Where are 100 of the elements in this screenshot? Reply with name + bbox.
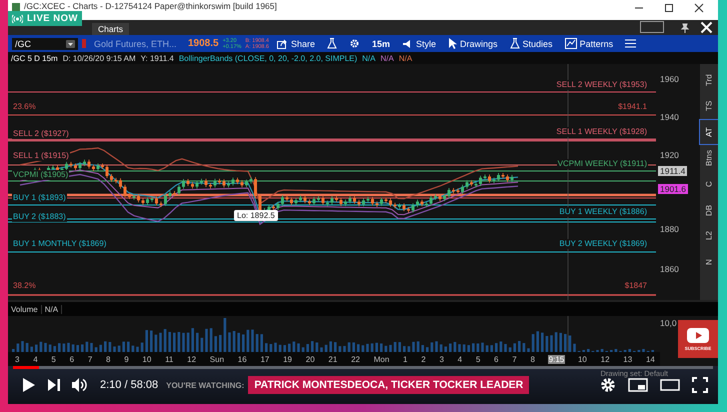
candle [236, 177, 239, 185]
candle [456, 188, 460, 194]
candle [335, 196, 338, 202]
side-tab[interactable]: DB [700, 198, 718, 222]
candle [488, 174, 491, 184]
next-icon [48, 379, 60, 391]
time-axis-label: 17 [259, 354, 270, 364]
close-icon[interactable] [700, 21, 713, 34]
candle [497, 172, 500, 182]
candle [222, 178, 226, 188]
settings-icon [600, 377, 616, 393]
candle [92, 164, 95, 172]
price-tick-label: 1920 [660, 150, 679, 160]
side-tab[interactable]: Trd [700, 68, 718, 92]
candle [461, 184, 464, 194]
candle [254, 176, 257, 198]
candle [70, 161, 72, 168]
candle [227, 181, 230, 188]
studies-button[interactable]: Studies [506, 36, 557, 51]
time-axis-label: 5 [50, 354, 57, 364]
time-axis-label: Sun [208, 354, 226, 364]
price-level-label: BUY 2 ($1883) [12, 212, 67, 222]
play-icon [22, 377, 36, 393]
pin-icon[interactable] [680, 23, 690, 33]
candle [119, 178, 122, 190]
candle [88, 159, 90, 169]
candle [398, 203, 401, 210]
side-tab[interactable]: AT [700, 120, 718, 144]
side-tab[interactable]: TS [700, 94, 718, 118]
low-price-label: Lo: 1892.5 [234, 210, 278, 221]
candle [353, 196, 356, 204]
candle [137, 194, 140, 203]
time-axis-label: 3 [438, 354, 445, 364]
candle [164, 193, 167, 206]
candle [389, 198, 392, 208]
volume-value: N/A [42, 304, 62, 314]
candle [407, 206, 410, 213]
time-axis-label: 7 [86, 354, 94, 364]
side-tab[interactable]: Btns [700, 146, 718, 170]
price-badge: 1911.4 [658, 166, 688, 176]
candle [114, 178, 118, 184]
play-logo-icon [687, 328, 709, 342]
price-tick-label: 1880 [660, 224, 679, 234]
candle [272, 204, 275, 211]
candle [218, 178, 221, 185]
time-axis-label: 12 [186, 354, 198, 364]
time-axis-label: 4 [456, 354, 464, 364]
time-axis-label: 10 [576, 354, 588, 364]
share-button[interactable]: Share [272, 36, 319, 51]
candle [420, 199, 424, 207]
candle [186, 178, 190, 186]
volume-scale-label: 10,0 [660, 318, 677, 328]
candle [317, 196, 320, 202]
price-level-label: SELL 1 WEEKLY ($1928) [555, 127, 648, 137]
drawings-button[interactable]: Drawings [444, 36, 502, 51]
time-axis-label: 6 [68, 354, 76, 364]
price-level-label: $1941.1 [617, 102, 648, 112]
chart-info-text: BollingerBands (CLOSE, 0, 20, -2.0, 2.0, SIMPLE) [178, 54, 358, 62]
patterns-button[interactable]: Patterns [560, 36, 618, 51]
candle [470, 180, 473, 187]
candle [101, 163, 104, 170]
maximize-icon [664, 3, 674, 13]
time-axis-label: 11 [164, 354, 174, 364]
candle [425, 201, 428, 208]
candle [209, 182, 212, 189]
candle [286, 194, 288, 202]
chart-info-text: N/A [380, 54, 394, 62]
volume-title: Volume [8, 304, 42, 314]
now-watching-label: YOU'RE WATCHING: [166, 380, 244, 390]
price-tick-label: 1960 [660, 74, 679, 84]
charts-tab[interactable]: Charts [92, 23, 130, 35]
flask-icon [510, 38, 520, 49]
symbol-field[interactable]: /GC [12, 38, 78, 50]
time-axis-label: 2 [420, 354, 427, 364]
time-axis-label: 20 [304, 354, 316, 364]
style-button[interactable]: Style [398, 36, 440, 51]
candle [474, 182, 478, 188]
candle [142, 198, 144, 206]
candle [484, 174, 486, 180]
timeframe-button[interactable]: 15m [368, 36, 394, 51]
candle [443, 194, 446, 202]
price-level-label: SELL 1 ($1915) [12, 151, 70, 161]
time-axis-label: 7 [511, 354, 518, 364]
broadcast-icon [12, 14, 23, 24]
fullscreen-icon [692, 377, 708, 393]
candle [240, 180, 244, 188]
candle [191, 182, 194, 190]
candle [326, 200, 329, 207]
candle [502, 172, 504, 179]
candle [330, 196, 334, 206]
layout-button[interactable] [640, 21, 664, 33]
price-level-label: 38.2% [12, 281, 37, 291]
time-axis-label: 13 [622, 354, 634, 364]
candle [384, 197, 388, 204]
side-tab[interactable]: C [700, 172, 718, 196]
side-tab[interactable]: L2 [700, 224, 718, 248]
candle [394, 202, 396, 209]
candle [96, 163, 100, 172]
side-tab[interactable]: N [700, 250, 718, 274]
time-axis-label: Mon [372, 354, 390, 364]
